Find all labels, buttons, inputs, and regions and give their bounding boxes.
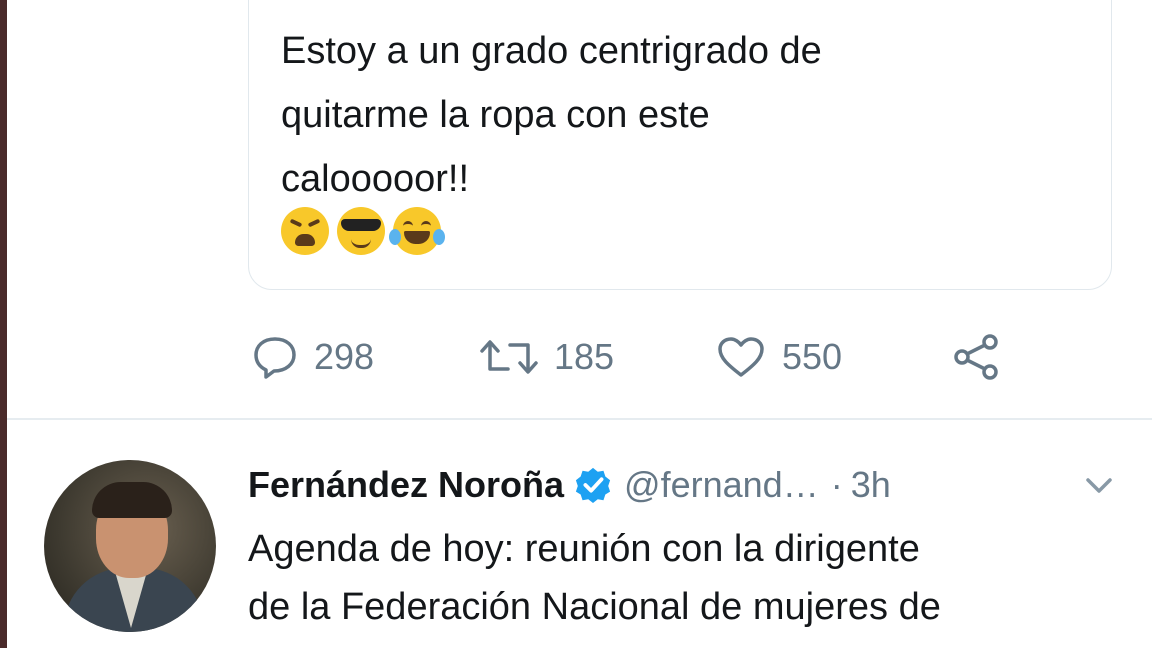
reply-count: 298: [314, 336, 375, 377]
share-button[interactable]: [952, 332, 1000, 382]
tweet-text: Agenda de hoy: reunión con la dirigente …: [248, 520, 1128, 636]
weary-face-icon: [281, 207, 329, 255]
quoted-tweet-text: Estoy a un grado centrigrado de quitarme…: [281, 19, 1081, 211]
tweet-text-line: de la Federación Nacional de mujeres de: [248, 586, 941, 628]
reply-icon: [254, 337, 296, 379]
author-handle[interactable]: @fernand…: [624, 464, 819, 506]
tears-of-joy-icon: [389, 207, 445, 255]
quoted-tweet-card[interactable]: Estoy a un grado centrigrado de quitarme…: [248, 0, 1112, 290]
separator-dot: ·: [830, 464, 843, 505]
emoji-row: [281, 207, 445, 255]
tweet-actions: 298 185 550: [252, 332, 1052, 382]
tweet-text-line: Agenda de hoy: reunión con la dirigente: [248, 528, 920, 570]
avatar[interactable]: [44, 460, 216, 632]
tweet-divider: [7, 418, 1152, 420]
like-button[interactable]: 550: [716, 332, 842, 382]
tweet-time[interactable]: 3h: [851, 464, 891, 506]
quoted-tweet-line: quitarme la ropa con este: [281, 94, 710, 136]
author-name[interactable]: Fernández Noroña: [248, 464, 564, 506]
heart-icon: [718, 337, 764, 377]
quoted-tweet-line: Estoy a un grado centrigrado de: [281, 30, 822, 72]
left-edge-bar: [0, 0, 7, 648]
retweet-count: 185: [554, 336, 615, 377]
tweet-header: Fernández Noroña @fernand… · 3h: [248, 462, 1128, 508]
reply-button[interactable]: 298: [252, 332, 374, 382]
verified-badge-icon: [575, 467, 611, 504]
chevron-down-icon[interactable]: [1084, 474, 1114, 496]
retweet-icon: [480, 340, 538, 374]
sunglasses-face-icon: [337, 207, 385, 255]
like-count: 550: [782, 336, 843, 377]
retweet-button[interactable]: 185: [480, 332, 614, 382]
share-icon: [954, 334, 998, 380]
quoted-tweet-line: calooooor!!: [281, 158, 470, 200]
